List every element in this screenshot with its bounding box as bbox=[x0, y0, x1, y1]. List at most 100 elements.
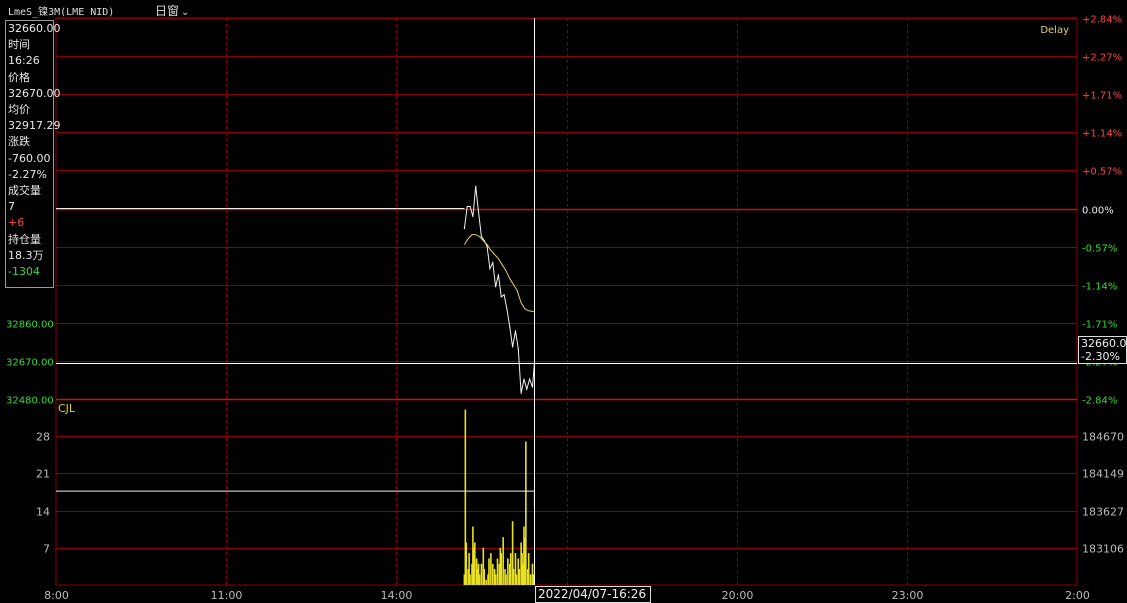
volume-bar bbox=[532, 574, 535, 585]
price-point bbox=[469, 205, 471, 208]
price-point bbox=[509, 326, 511, 328]
volume-label: CJL bbox=[58, 402, 76, 415]
left-price-tick-label: 32670.00 bbox=[6, 358, 54, 369]
info-change-pct: -2.27% bbox=[8, 167, 47, 181]
delay-label: Delay bbox=[1040, 25, 1069, 36]
volume-bar bbox=[465, 542, 468, 585]
chart-grid bbox=[55, 17, 1078, 586]
price-point bbox=[480, 235, 483, 238]
right-pct-tick-label: 0.00% bbox=[1082, 206, 1114, 217]
price-point bbox=[475, 185, 477, 188]
info-volume-delta: +6 bbox=[8, 216, 25, 230]
cursor-price-label: 32660.0 -2.30% bbox=[1078, 336, 1127, 364]
chart-labels: +2.84% +2.27% +1.71% +1.14% +0.57% 0.00% -0.57… bbox=[6, 15, 1124, 603]
price-point bbox=[472, 215, 474, 218]
right-pct-tick-label: +1.14% bbox=[1082, 129, 1122, 140]
volume-bar bbox=[518, 569, 521, 585]
price-point bbox=[500, 296, 502, 298]
volume-bar bbox=[485, 579, 487, 585]
volume-bar bbox=[496, 558, 499, 585]
price-point bbox=[526, 388, 528, 390]
price-line bbox=[463, 186, 535, 394]
volume-bar bbox=[469, 574, 471, 585]
volume-bar bbox=[480, 563, 483, 585]
x-tick-label: 23:00 bbox=[892, 589, 924, 602]
info-oi-label: 持仓量 bbox=[8, 232, 41, 246]
left-price-tick-label: 32860.00 bbox=[6, 320, 54, 331]
volume-tick-label: 7 bbox=[43, 543, 50, 556]
price-point bbox=[520, 392, 522, 394]
x-tick-label: 20:00 bbox=[722, 589, 754, 602]
average-price-line bbox=[463, 234, 535, 312]
volume-bar bbox=[473, 542, 476, 585]
price-point bbox=[517, 348, 519, 350]
right-pct-tick-label: -2.84% bbox=[1082, 396, 1117, 407]
left-price-tick-label: 32480.00 bbox=[6, 396, 54, 407]
info-price-value: 32670.00 bbox=[8, 86, 61, 100]
info-change-label: 涨跌 bbox=[8, 135, 30, 149]
volume-bar bbox=[502, 537, 504, 585]
price-point bbox=[497, 274, 500, 276]
intraday-chart[interactable]: +2.84% +2.27% +1.71% +1.14% +0.57% 0.00% -0.57… bbox=[0, 0, 1127, 603]
volume-bar bbox=[525, 441, 527, 585]
x-tick-label: 2:00 bbox=[1065, 589, 1090, 602]
volume-bar bbox=[478, 574, 481, 585]
price-point bbox=[463, 227, 465, 230]
volume-bar bbox=[505, 574, 507, 585]
volume-bar bbox=[491, 563, 494, 585]
price-point bbox=[503, 294, 505, 296]
info-oi-value: 18.3万 bbox=[8, 248, 44, 262]
right-pct-tick-label: -1.71% bbox=[1082, 320, 1117, 331]
info-price-label: 价格 bbox=[8, 70, 30, 84]
volume-tick-label: 21 bbox=[36, 468, 50, 481]
right-pct-tick-label: +2.27% bbox=[1082, 53, 1122, 64]
price-point bbox=[531, 386, 534, 388]
volume-bar bbox=[529, 574, 532, 585]
oi-tick-label: 184670 bbox=[1082, 431, 1124, 444]
right-pct-tick-label: +1.71% bbox=[1082, 91, 1122, 102]
volume-bar bbox=[515, 574, 518, 585]
volume-bar bbox=[500, 553, 503, 585]
oi-tick-label: 184149 bbox=[1082, 468, 1124, 481]
volume-bar bbox=[527, 553, 530, 585]
price-point bbox=[506, 308, 508, 310]
volume-bar bbox=[483, 569, 486, 585]
right-pct-tick-label: -0.57% bbox=[1082, 244, 1117, 255]
info-time-value: 16:26 bbox=[8, 54, 40, 68]
x-tick-label: 11:00 bbox=[211, 589, 243, 602]
right-pct-tick-label: -1.14% bbox=[1082, 282, 1117, 293]
info-oi-delta: -1304 bbox=[8, 265, 40, 279]
price-point bbox=[486, 246, 488, 248]
right-pct-tick-label: +0.57% bbox=[1082, 167, 1122, 178]
oi-tick-label: 183627 bbox=[1082, 506, 1124, 519]
price-point bbox=[512, 346, 514, 348]
info-time-label: 时间 bbox=[8, 38, 30, 52]
volume-tick-label: 28 bbox=[36, 431, 50, 444]
info-avg-label: 均价 bbox=[8, 103, 30, 117]
volume-bar bbox=[490, 553, 492, 585]
info-change-value: -760.00 bbox=[8, 151, 51, 165]
price-point bbox=[514, 330, 517, 332]
cursor-price-pct: -2.30% bbox=[1081, 350, 1120, 363]
x-tick-label: 8:00 bbox=[44, 589, 69, 602]
info-volume-label: 成交量 bbox=[8, 184, 41, 198]
info-avg-value: 32917.29 bbox=[8, 119, 61, 133]
right-pct-tick-label: +2.84% bbox=[1082, 15, 1122, 26]
chart-marks bbox=[56, 18, 1077, 585]
cursor-price-value: 32660.0 bbox=[1081, 337, 1127, 350]
volume-tick-label: 14 bbox=[36, 506, 50, 519]
volume-bar bbox=[488, 558, 490, 585]
info-price-top: 32660.00 bbox=[8, 22, 61, 35]
price-point bbox=[492, 262, 494, 264]
oi-tick-label: 183106 bbox=[1082, 543, 1124, 556]
price-point bbox=[494, 286, 497, 288]
info-volume-value: 7 bbox=[8, 200, 15, 214]
open-interest-line bbox=[56, 490, 535, 506]
volume-bar bbox=[507, 558, 509, 585]
price-point bbox=[523, 378, 525, 380]
price-point bbox=[466, 205, 468, 208]
price-point bbox=[489, 268, 491, 270]
volume-bar bbox=[509, 553, 512, 585]
x-tick-label: 14:00 bbox=[381, 589, 413, 602]
info-panel: 32660.00 时间 16:26 价格 32670.00 均价 32917.2… bbox=[5, 20, 61, 288]
